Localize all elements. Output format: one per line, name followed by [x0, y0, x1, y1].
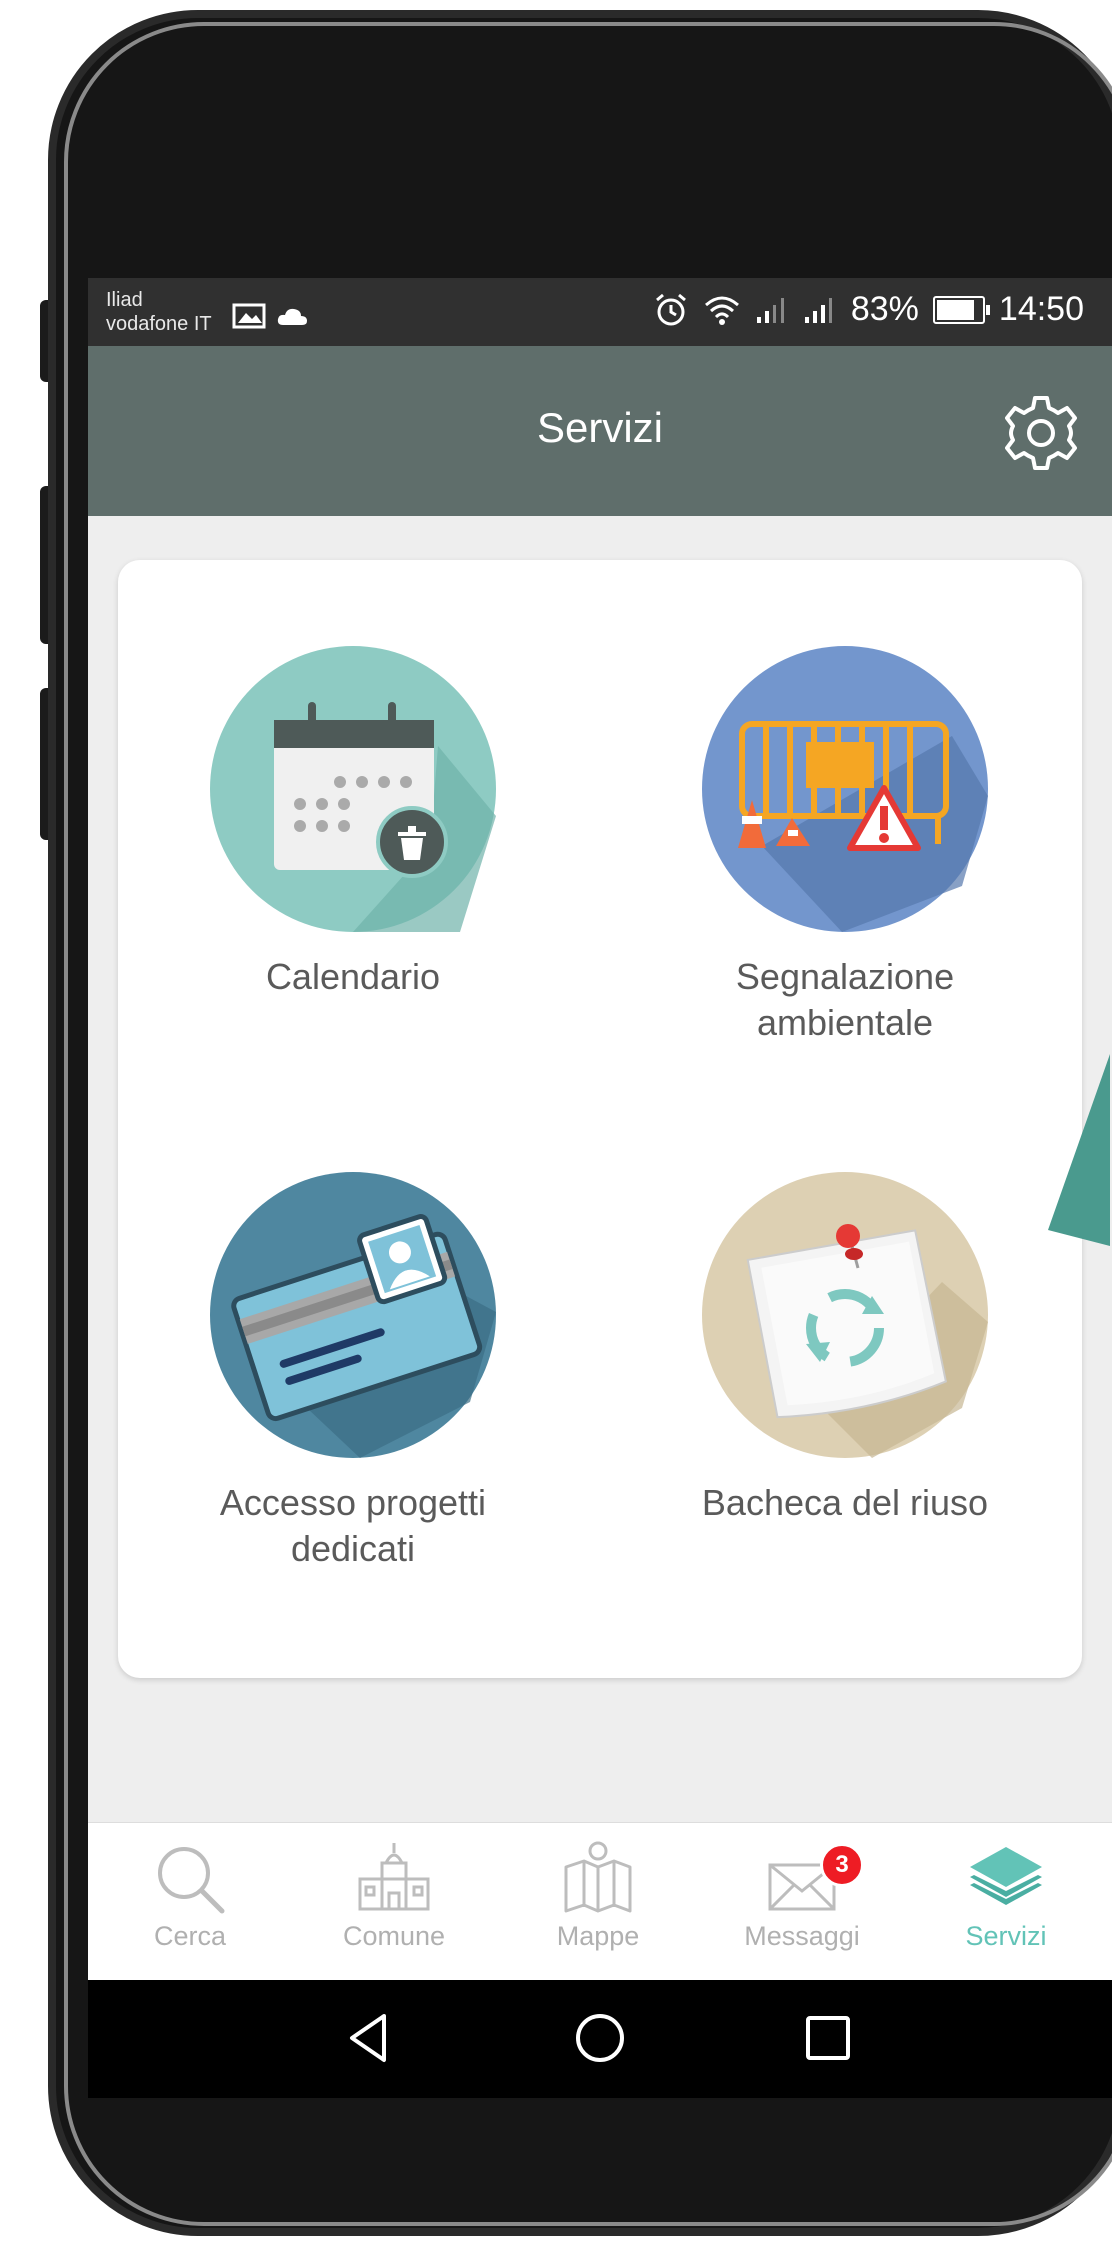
id-card-icon	[210, 1172, 496, 1458]
nav-label: Mappe	[556, 1921, 640, 1951]
barrier-warning-icon	[702, 646, 988, 932]
signal-icon	[756, 297, 784, 323]
battery-icon	[932, 295, 990, 324]
service-bacheca-del-riuso[interactable]: Bacheca del riuso	[630, 1172, 1060, 1526]
battery-percent: 83%	[850, 290, 919, 328]
page-title: Servizi	[536, 404, 664, 451]
bottom-nav: Cerca Comune Mappe 3 Messaggi Servizi	[88, 1822, 1112, 1981]
recents-icon[interactable]	[796, 2006, 860, 2070]
service-calendario[interactable]: Calendario	[138, 646, 568, 1000]
status-right-group: 83% 14:50	[653, 290, 1084, 329]
service-accesso-progetti-dedicati[interactable]: Accesso progetti dedicati	[138, 1172, 568, 1572]
map-icon	[564, 1841, 632, 1913]
nav-label: Cerca	[153, 1921, 227, 1951]
system-nav-bar	[88, 1980, 1112, 2098]
wifi-icon	[704, 296, 739, 325]
home-icon[interactable]	[568, 2006, 632, 2070]
nav-item-mappe[interactable]: Mappe	[496, 1823, 700, 1981]
cloud-icon	[278, 309, 308, 326]
nav-label: Messaggi	[744, 1921, 860, 1951]
nav-item-comune[interactable]: Comune	[292, 1823, 496, 1981]
layers-icon	[970, 1847, 1042, 1905]
town-hall-icon	[358, 1843, 430, 1911]
alarm-icon	[655, 293, 686, 325]
nav-item-servizi[interactable]: Servizi	[904, 1823, 1108, 1981]
unread-badge: 3	[820, 1843, 864, 1887]
pinned-note-recycle-icon	[702, 1172, 988, 1458]
calendar-icon	[210, 646, 496, 932]
nav-item-cerca[interactable]: Cerca	[88, 1823, 292, 1981]
nav-item-messaggi[interactable]: 3 Messaggi	[700, 1823, 904, 1981]
settings-button[interactable]	[1000, 392, 1082, 474]
gallery-icon	[232, 303, 266, 329]
services-card: Calendario Segnalazione ambientale Acces…	[118, 560, 1082, 1678]
service-label: Calendario	[265, 956, 441, 997]
gear-icon	[1005, 396, 1077, 470]
service-label: Bacheca del riuso	[701, 1482, 989, 1523]
phone-screen: Iliad vodafone IT 83% 14:50 Servizi Cale…	[88, 278, 1112, 2098]
carrier-name-1: Iliad	[106, 289, 143, 311]
service-label: Accesso progetti dedicati	[219, 1482, 487, 1569]
carrier-info: Iliad vodafone IT	[106, 288, 212, 336]
service-label: Segnalazione ambientale	[735, 956, 955, 1043]
battery-level	[936, 299, 974, 320]
carrier-name-2: vodafone IT	[106, 313, 212, 335]
back-icon[interactable]	[338, 2006, 402, 2070]
nav-label: Servizi	[965, 1921, 1047, 1951]
clock: 14:50	[998, 290, 1084, 328]
signal-icon-2	[804, 297, 832, 323]
nav-label: Comune	[342, 1921, 446, 1951]
service-segnalazione-ambientale[interactable]: Segnalazione ambientale	[630, 646, 1060, 1046]
teal-arrow-shape	[1048, 1054, 1110, 1246]
notification-icons	[232, 300, 309, 331]
app-bar: Servizi	[88, 346, 1112, 516]
status-bar: Iliad vodafone IT 83% 14:50	[88, 278, 1112, 346]
search-icon	[158, 1847, 225, 1914]
